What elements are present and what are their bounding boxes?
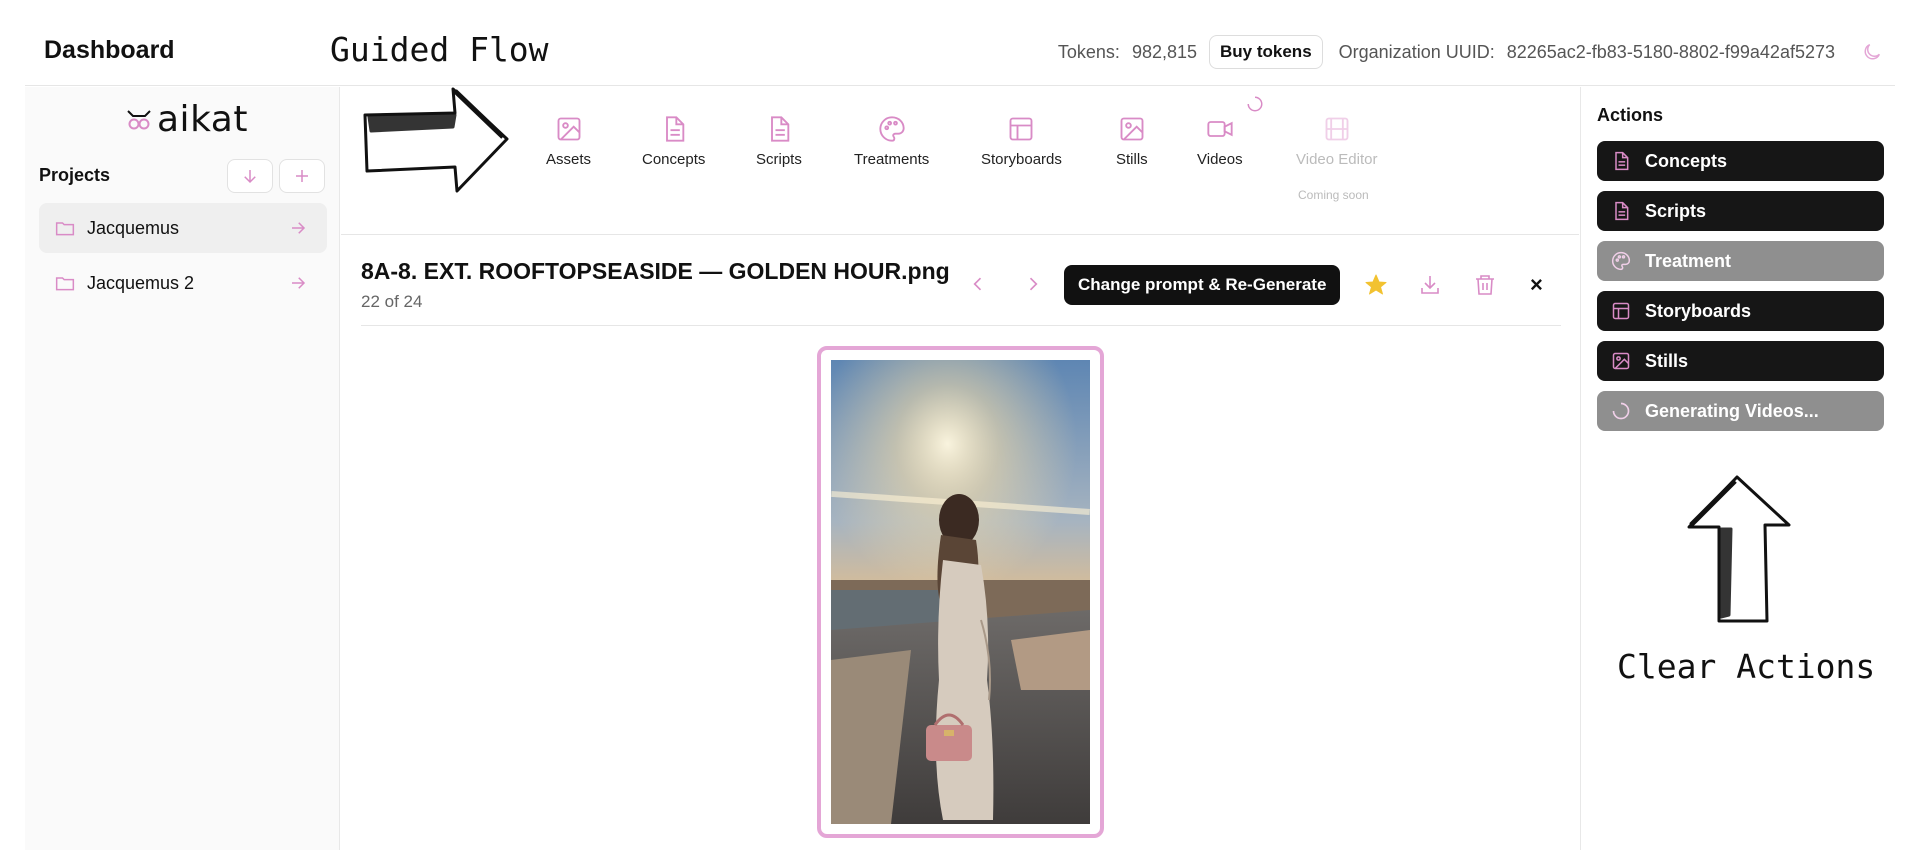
tool-videos[interactable]: Videos bbox=[1197, 115, 1243, 168]
action-storyboards-button[interactable]: Storyboards bbox=[1597, 291, 1884, 331]
previous-chevron-icon[interactable] bbox=[968, 274, 988, 294]
actions-panel: Actions Concepts Scripts Treatment Story… bbox=[1580, 87, 1895, 850]
buy-tokens-button[interactable]: Buy tokens bbox=[1209, 35, 1323, 69]
document-icon bbox=[665, 116, 684, 142]
import-project-button[interactable] bbox=[227, 159, 273, 193]
workflow-toolbar: Assets Concepts Scripts Treatments Story… bbox=[341, 87, 1579, 235]
file-counter: 22 of 24 bbox=[361, 292, 423, 311]
moon-icon[interactable] bbox=[1861, 41, 1883, 63]
loading-spinner-icon bbox=[1612, 402, 1630, 420]
action-stills-button[interactable]: Stills bbox=[1597, 341, 1884, 381]
logo-text: aikat bbox=[157, 99, 248, 140]
folder-icon bbox=[55, 277, 75, 291]
project-item-jacquemus[interactable]: Jacquemus bbox=[39, 203, 327, 253]
action-generating-videos-button: Generating Videos... bbox=[1597, 391, 1884, 431]
logo: aikat bbox=[125, 99, 248, 140]
image-preview-frame bbox=[817, 346, 1104, 838]
project-name: Jacquemus bbox=[87, 217, 180, 238]
document-icon bbox=[1615, 151, 1629, 171]
palette-icon bbox=[879, 116, 905, 142]
folder-icon bbox=[55, 222, 75, 236]
arrow-down-icon bbox=[244, 170, 256, 184]
project-item-jacquemus-2[interactable]: Jacquemus 2 bbox=[39, 258, 327, 308]
plus-icon bbox=[296, 170, 308, 182]
file-name: 8A-8. EXT. ROOFTOPSEASIDE — GOLDEN HOUR.… bbox=[361, 258, 950, 284]
action-treatment-button: Treatment bbox=[1597, 241, 1884, 281]
tool-assets[interactable]: Assets bbox=[546, 115, 591, 168]
arrow-right-icon bbox=[292, 277, 306, 289]
regenerate-button[interactable]: Change prompt & Re-Generate bbox=[1064, 265, 1341, 305]
tokens-value: 982,815 bbox=[1131, 41, 1198, 62]
tool-scripts[interactable]: Scripts bbox=[756, 115, 802, 168]
project-name: Jacquemus 2 bbox=[87, 272, 195, 293]
image-icon bbox=[557, 117, 580, 141]
action-scripts-button[interactable]: Scripts bbox=[1597, 191, 1884, 231]
hand-drawn-arrow-up-icon bbox=[1687, 475, 1791, 623]
next-chevron-icon[interactable] bbox=[1023, 274, 1043, 294]
document-icon bbox=[770, 116, 790, 142]
close-button[interactable]: × bbox=[1530, 272, 1543, 298]
viewer-divider bbox=[361, 325, 1561, 326]
page-title: Dashboard bbox=[44, 36, 175, 64]
uuid-label: Organization UUID: bbox=[1338, 41, 1495, 62]
layout-icon bbox=[1612, 302, 1630, 320]
actions-title: Actions bbox=[1597, 105, 1664, 125]
tool-storyboards[interactable]: Storyboards bbox=[981, 115, 1062, 168]
tool-stills[interactable]: Stills bbox=[1116, 115, 1148, 168]
tool-video-editor: Video Editor bbox=[1296, 115, 1377, 168]
add-project-button[interactable] bbox=[279, 159, 325, 193]
download-icon[interactable] bbox=[1418, 273, 1442, 297]
document-icon bbox=[1615, 201, 1629, 221]
tool-treatments[interactable]: Treatments bbox=[854, 115, 929, 168]
film-icon bbox=[1325, 117, 1349, 141]
coming-soon-label: Coming soon bbox=[1298, 188, 1369, 202]
arrow-right-icon bbox=[292, 222, 306, 234]
tool-concepts[interactable]: Concepts bbox=[642, 115, 705, 168]
palette-icon bbox=[1612, 251, 1631, 271]
hand-drawn-arrow-right-icon bbox=[363, 87, 509, 193]
clear-actions-annotation: Clear Actions bbox=[1617, 647, 1876, 686]
guided-flow-annotation: Guided Flow bbox=[330, 30, 549, 69]
action-concepts-button[interactable]: Concepts bbox=[1597, 141, 1884, 181]
tokens-label: Tokens: bbox=[1057, 41, 1120, 62]
loading-spinner-icon bbox=[1247, 96, 1263, 112]
top-header: Dashboard Guided Flow Tokens: 982,815 Bu… bbox=[25, 0, 1895, 86]
generated-still-image[interactable] bbox=[831, 360, 1090, 824]
trash-icon[interactable] bbox=[1473, 273, 1497, 297]
layout-icon bbox=[1010, 117, 1033, 141]
video-icon bbox=[1207, 121, 1233, 137]
uuid-value: 82265ac2-fb83-5180-8802-f99a42af5273 bbox=[1506, 41, 1835, 62]
projects-sidebar: aikat Projects Jacquemus Jacquemus 2 bbox=[25, 87, 340, 850]
cat-logo-icon bbox=[127, 109, 151, 129]
image-icon bbox=[1612, 352, 1630, 370]
star-icon[interactable] bbox=[1364, 273, 1388, 297]
projects-label: Projects bbox=[39, 165, 111, 185]
header-right: Tokens: 982,815 Buy tokens Organization … bbox=[1058, 35, 1883, 69]
image-icon bbox=[1120, 117, 1144, 141]
